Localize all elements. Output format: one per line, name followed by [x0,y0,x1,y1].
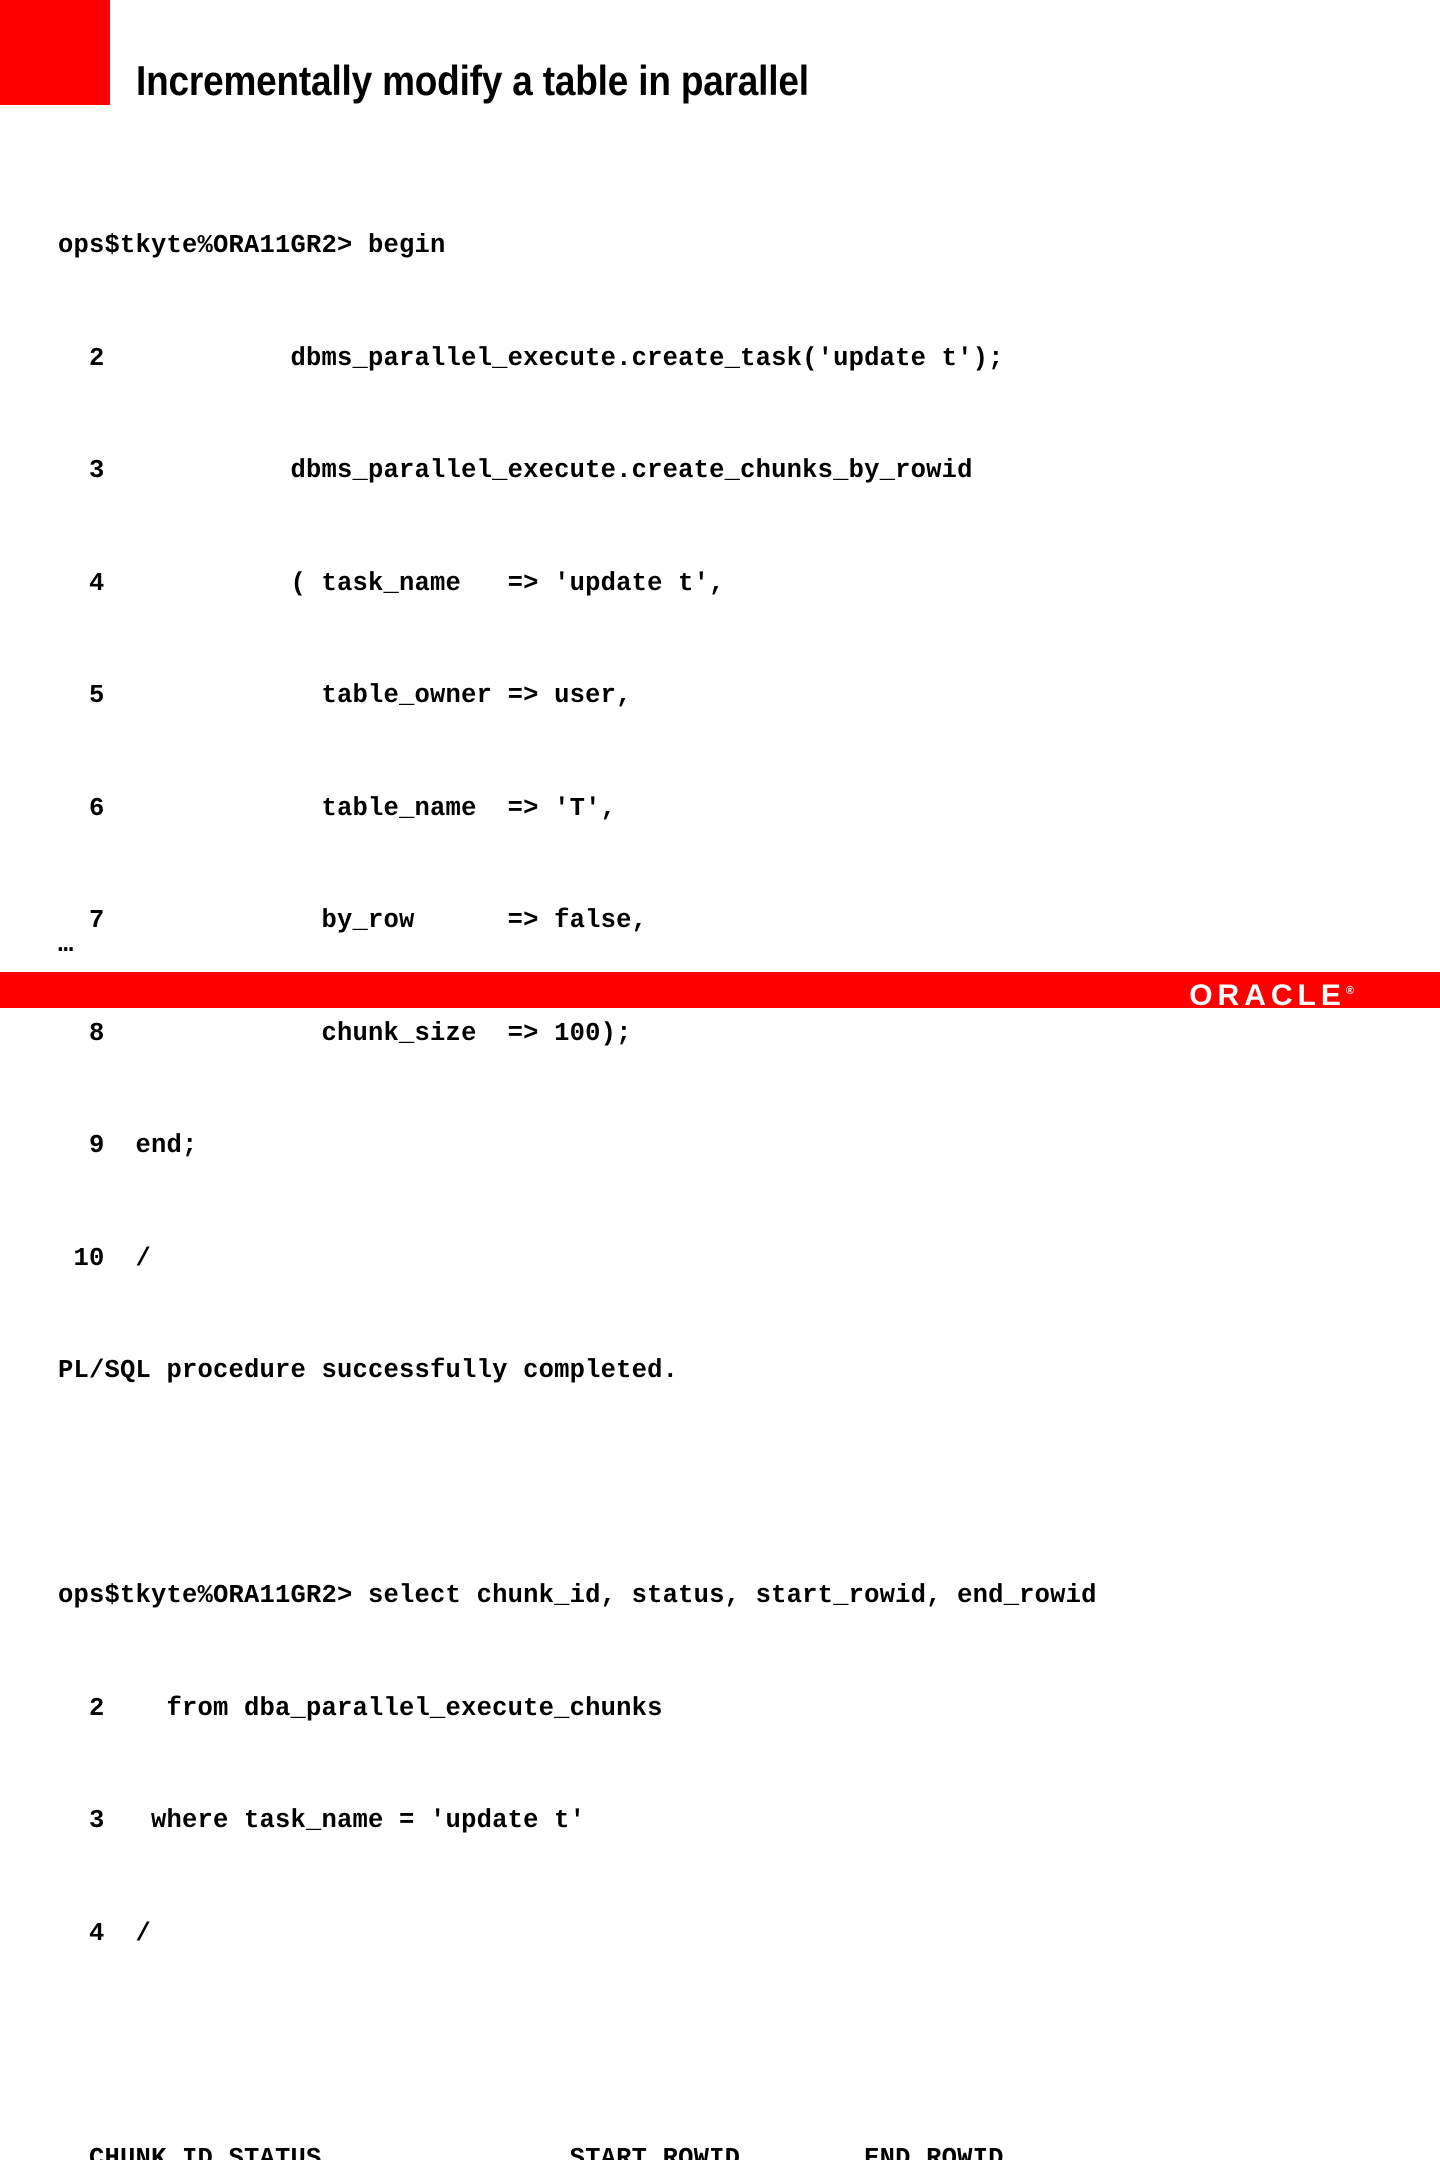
console-line: 7 by_row => false, [58,902,1388,940]
console-line: 10 / [58,1240,1388,1278]
console-line: ops$tkyte%ORA11GR2> begin [58,227,1388,265]
registered-trademark-icon: ® [1346,985,1354,997]
decorative-red-square [0,0,110,105]
oracle-logo-text: ORACLE [1189,979,1346,1012]
truncation-ellipsis: … [58,930,73,960]
result-table-header: CHUNK_ID STATUS START_ROWID END_ROWID [58,2140,1388,2160]
sqlplus-console-output: ops$tkyte%ORA11GR2> begin 2 dbms_paralle… [58,152,1388,2160]
console-line: 4 ( task_name => 'update t', [58,565,1388,603]
console-line-plsql-result: PL/SQL procedure successfully completed. [58,1352,1388,1390]
oracle-logo: ORACLE® [1189,976,1354,1011]
console-line: 3 where task_name = 'update t' [58,1802,1388,1840]
console-line-blank [58,2027,1388,2065]
console-line: 4 / [58,1915,1388,1953]
console-line: 8 chunk_size => 100); [58,1015,1388,1053]
console-line: 9 end; [58,1127,1388,1165]
console-line-blank [58,1465,1388,1503]
console-line: 6 table_name => 'T', [58,790,1388,828]
console-line: 3 dbms_parallel_execute.create_chunks_by… [58,452,1388,490]
console-line: 5 table_owner => user, [58,677,1388,715]
console-line-select: ops$tkyte%ORA11GR2> select chunk_id, sta… [58,1577,1388,1615]
console-line: 2 from dba_parallel_execute_chunks [58,1690,1388,1728]
page-title: Incrementally modify a table in parallel [136,58,809,104]
console-line: 2 dbms_parallel_execute.create_task('upd… [58,340,1388,378]
